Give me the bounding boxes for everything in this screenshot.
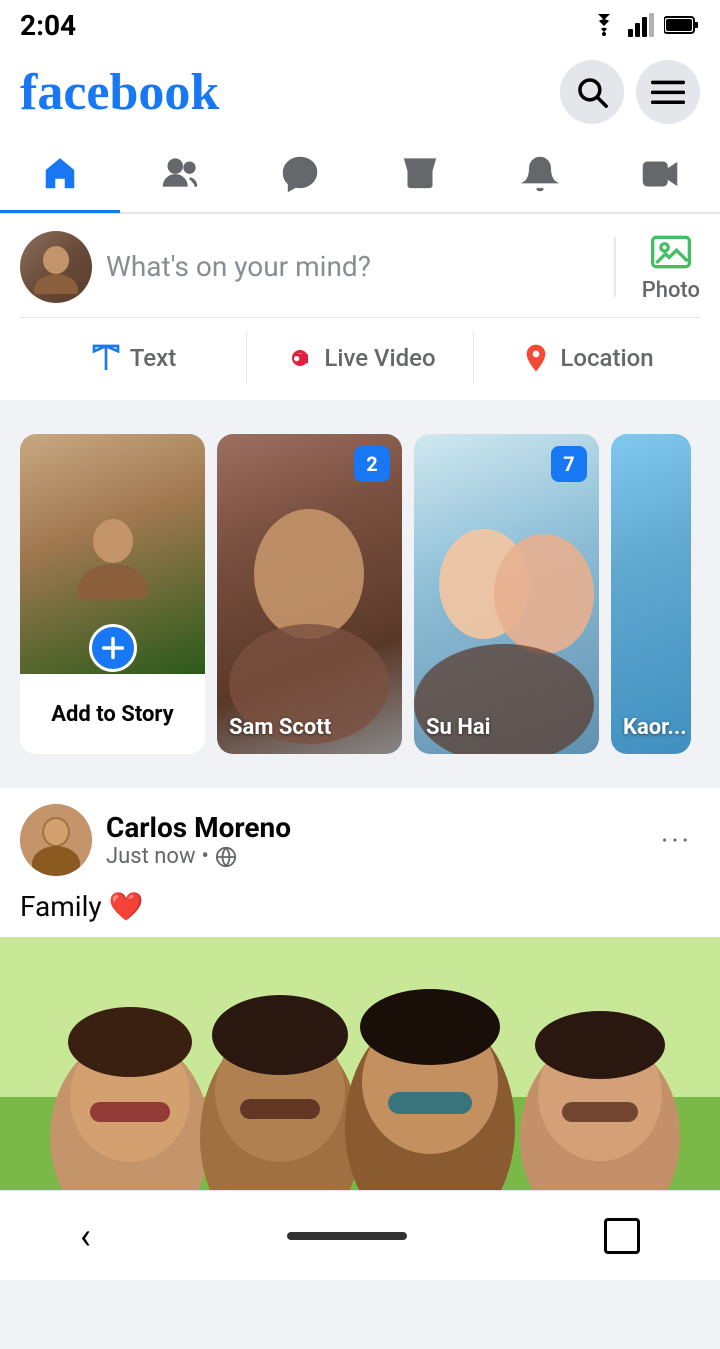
location-label: Location [560,344,653,372]
text-icon [90,342,122,374]
tab-friends[interactable] [120,137,240,213]
notifications-icon [521,155,559,193]
user-avatar [20,231,92,303]
stories-section: Add to Story 2 Sam Scott [0,422,720,766]
post-creator: What's on your mind? Photo Text [0,214,720,400]
add-to-story-label: Add to Story [51,702,174,727]
messenger-icon [281,155,319,193]
search-icon [575,75,609,109]
video-icon [641,155,679,193]
story-sam-scott[interactable]: 2 Sam Scott [217,434,402,754]
post-actions: Text Live Video Location [20,332,700,384]
nav-tabs [0,138,720,214]
story-name-sam: Sam Scott [229,715,390,740]
story-add[interactable]: Add to Story [20,434,205,754]
post-timestamp: Just now [106,844,196,869]
friends-icon [161,155,199,193]
menu-button[interactable] [636,60,700,124]
recents-button[interactable] [604,1218,640,1254]
live-video-label: Live Video [324,344,435,372]
post-author-name: Carlos Moreno [106,811,291,844]
story-badge-sam: 2 [354,446,390,482]
search-button[interactable] [560,60,624,124]
back-button[interactable]: ‹ [80,1215,91,1257]
post-divider [614,237,616,297]
story-name-kaori: Kaor... [623,715,679,740]
story-self-bottom: Add to Story [20,674,205,754]
post-author-avatar [20,804,92,876]
photo-button[interactable]: Photo [642,230,700,303]
post-author-details: Carlos Moreno Just now • [106,811,291,869]
feed-divider [0,778,720,788]
story-badge-suhai: 7 [551,446,587,482]
story-su-hai[interactable]: 7 Su Hai [414,434,599,754]
tab-marketplace[interactable] [360,137,480,213]
section-divider [0,412,720,422]
menu-icon [651,75,685,109]
location-icon [520,342,552,374]
post-header: Carlos Moreno Just now • ··· [0,788,720,886]
bottom-nav-bar: ‹ [0,1190,720,1280]
live-video-icon [284,342,316,374]
tab-video[interactable] [600,137,720,213]
home-indicator[interactable] [287,1232,407,1240]
post-text: Family ❤️ [0,886,720,937]
stories-row: Add to Story 2 Sam Scott [20,434,720,754]
post-creator-top: What's on your mind? Photo [20,230,700,318]
post-author-info: Carlos Moreno Just now • [20,804,291,876]
status-bar: 2:04 [0,0,720,50]
feed-post-1: Carlos Moreno Just now • ··· Family ❤️ [0,788,720,1247]
photo-icon [649,230,693,274]
location-action[interactable]: Location [474,332,700,384]
signal-icon [628,13,656,37]
tab-notifications[interactable] [480,137,600,213]
text-label: Text [130,344,176,372]
post-input[interactable]: What's on your mind? [106,250,588,283]
header: facebook [0,50,720,138]
header-actions [560,60,700,124]
wifi-icon [588,14,620,36]
post-menu-button[interactable]: ··· [653,816,700,865]
post-text-content: Family ❤️ [20,890,143,923]
tab-home[interactable] [0,137,120,213]
live-video-action[interactable]: Live Video [247,332,474,384]
text-action[interactable]: Text [20,332,247,384]
battery-icon [664,15,700,35]
photo-label: Photo [642,278,700,303]
post-privacy-icon [215,846,237,868]
post-dot: • [202,844,209,869]
post-meta: Just now • [106,844,291,869]
home-icon [41,155,79,193]
marketplace-icon [401,155,439,193]
status-icons [588,13,700,37]
tab-messenger[interactable] [240,137,360,213]
status-time: 2:04 [20,9,76,42]
story-add-button[interactable] [89,624,137,672]
facebook-logo: facebook [20,63,219,122]
story-kaori[interactable]: Kaor... [611,434,691,754]
story-name-suhai: Su Hai [426,715,587,740]
